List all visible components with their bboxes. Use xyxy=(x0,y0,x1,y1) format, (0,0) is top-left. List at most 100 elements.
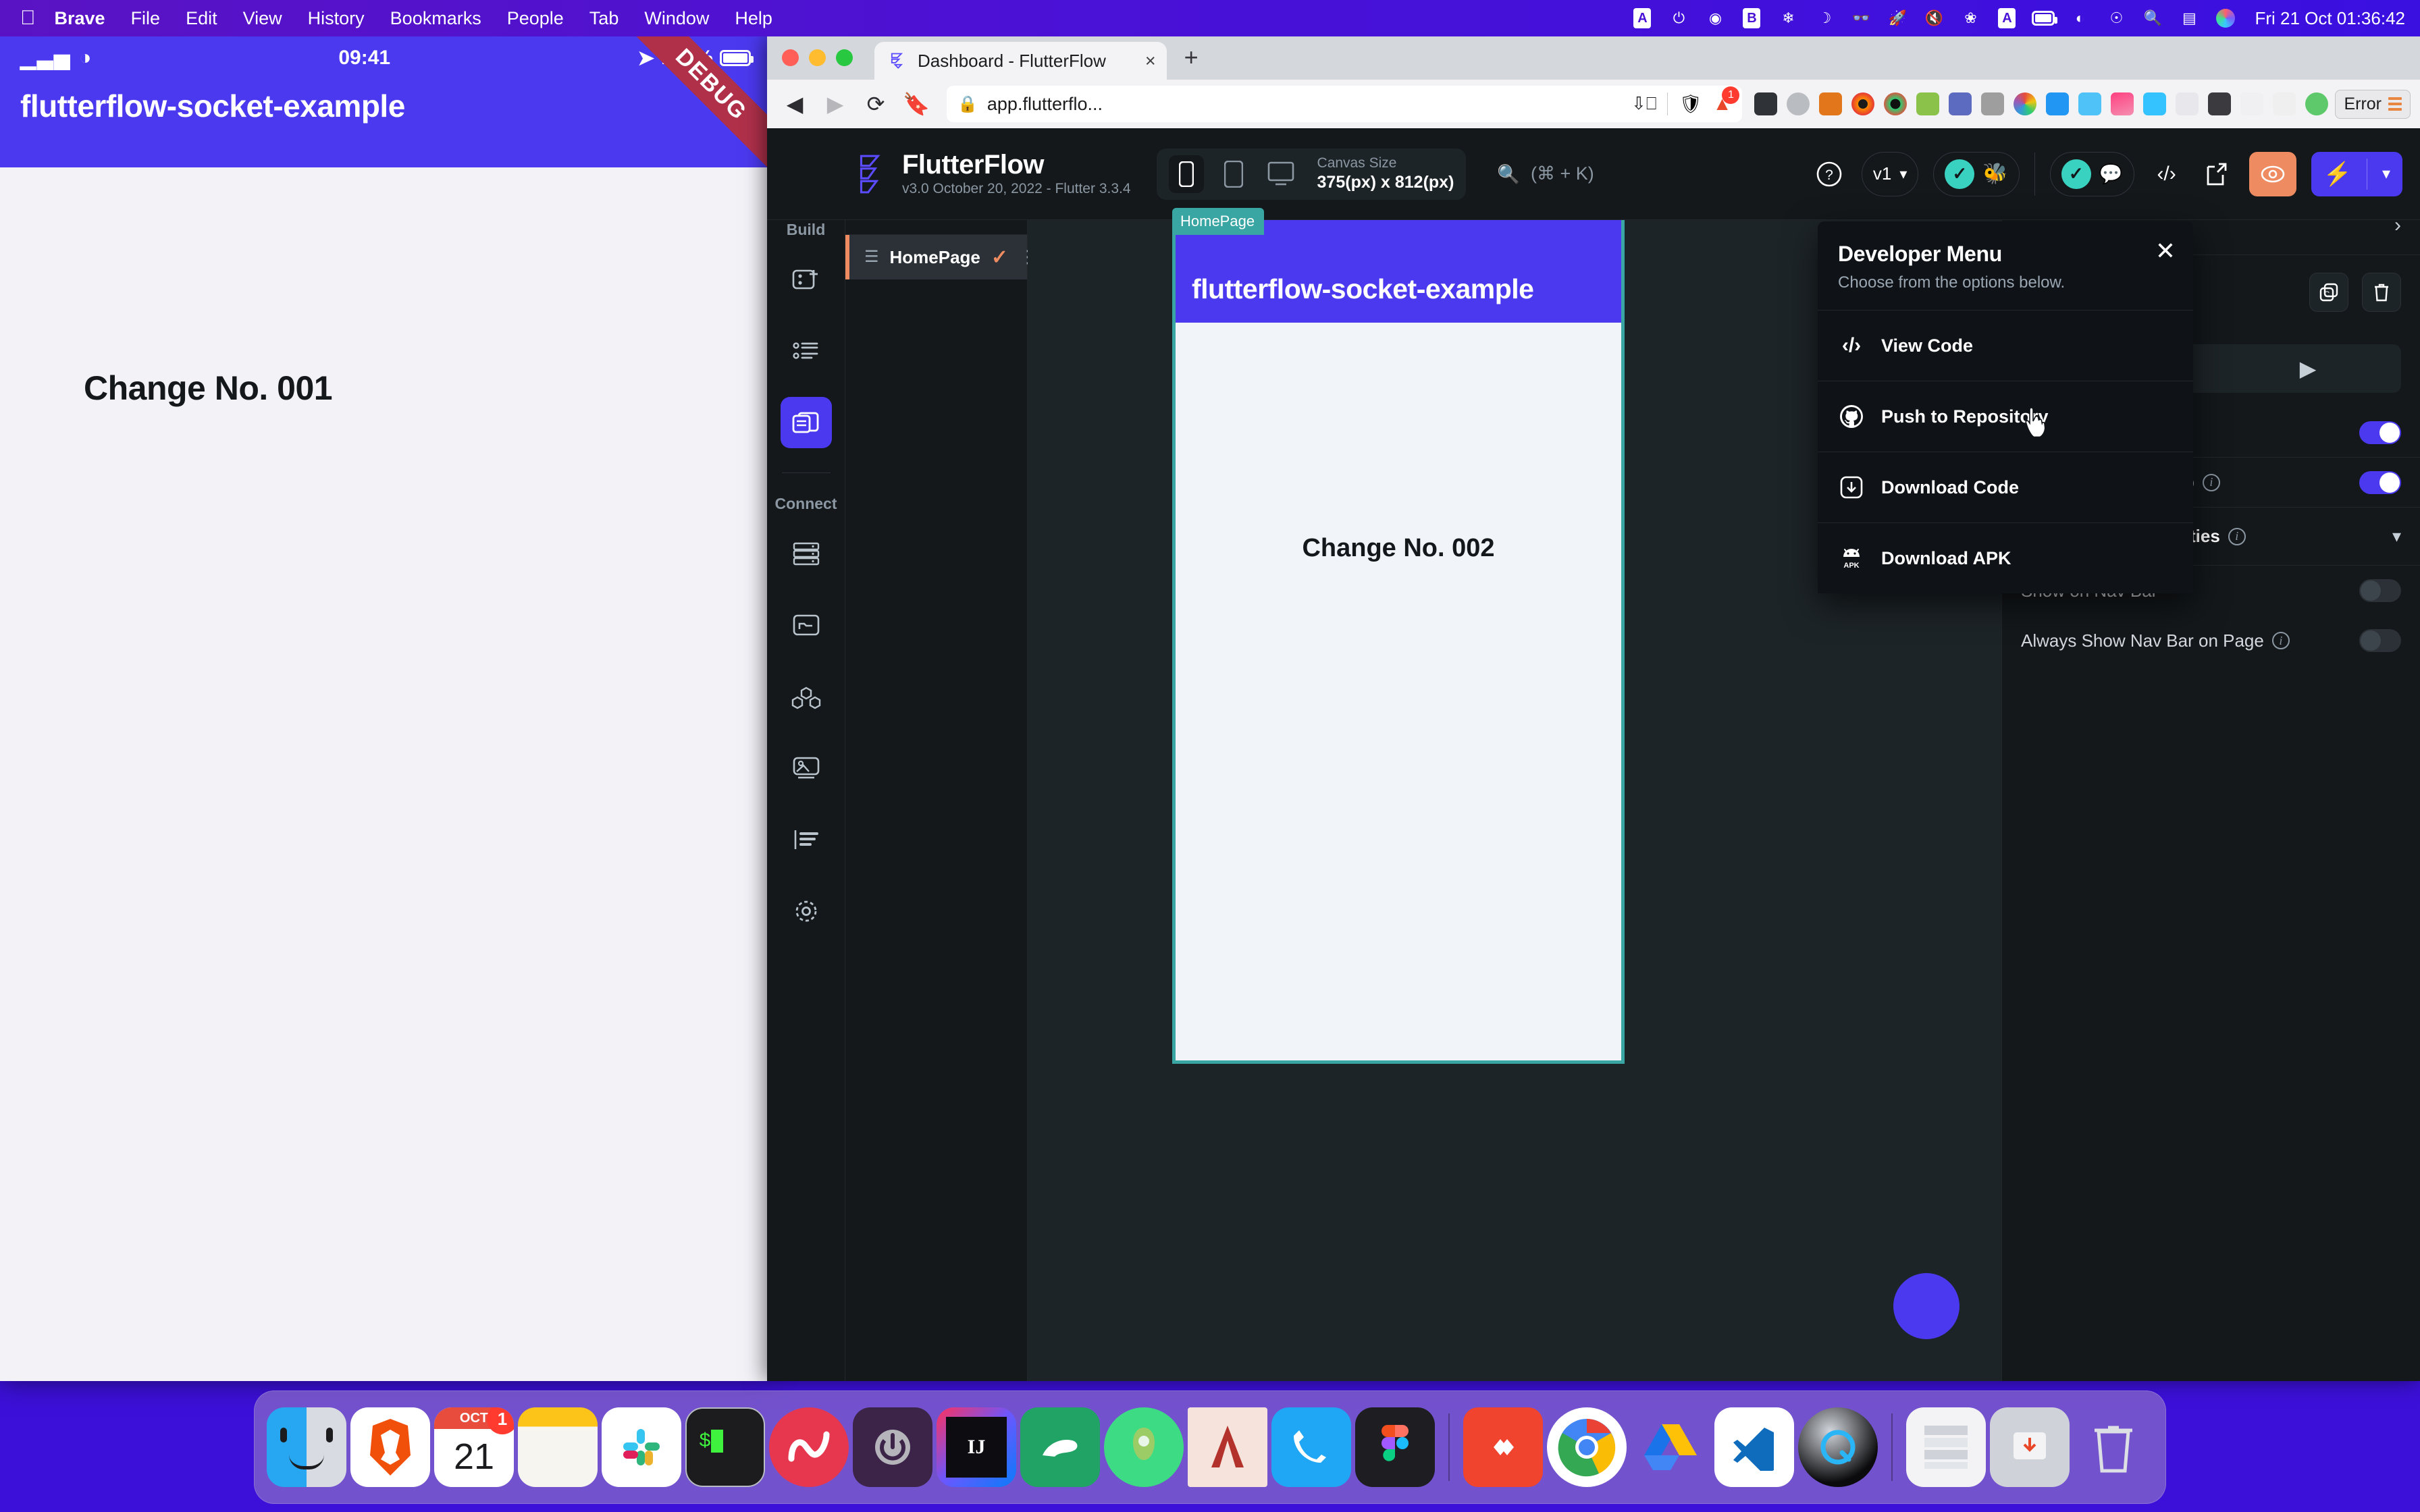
sidebar-item-pages[interactable] xyxy=(781,397,832,448)
wifi-icon[interactable]: ◐ xyxy=(2068,7,2091,30)
dock-item-insomnia[interactable] xyxy=(1463,1407,1543,1487)
bluetooth-icon[interactable]: ❀ xyxy=(1959,7,1982,30)
dock-item-terminal[interactable]: $█ xyxy=(685,1407,765,1487)
battery-charging-icon[interactable] xyxy=(2032,7,2055,30)
bartender-icon[interactable]: B xyxy=(1740,7,1763,30)
address-bar[interactable]: 🔒 app.flutterflo... ⇩⎕ 🛡 ▲ 1 xyxy=(947,86,1742,122)
dock-item-power[interactable] xyxy=(853,1407,932,1487)
close-window-button[interactable] xyxy=(782,49,799,66)
install-app-icon[interactable]: ⇩⎕ xyxy=(1631,93,1656,115)
sidebar-item-widget-palette[interactable] xyxy=(781,254,832,305)
preview-eye-button[interactable] xyxy=(2249,152,2296,196)
sidebar-item-storage[interactable] xyxy=(781,599,832,651)
extension-pdf-icon[interactable] xyxy=(1916,92,1939,115)
menu-item-window[interactable]: Window xyxy=(644,8,709,29)
page-list-item-homepage[interactable]: ☰ HomePage ✓ ⋮ xyxy=(845,235,1027,279)
reload-button[interactable]: ⟳ xyxy=(858,86,894,122)
info-icon[interactable]: i xyxy=(2272,632,2290,649)
device-tablet-button[interactable] xyxy=(1216,155,1251,193)
global-search[interactable]: 🔍 (⌘ + K) xyxy=(1497,163,1594,185)
dock-item-notes[interactable] xyxy=(518,1407,598,1487)
device-desktop-button[interactable] xyxy=(1263,155,1298,193)
dock-item-brave[interactable] xyxy=(350,1407,430,1487)
device-preview-frame[interactable]: flutterflow-socket-example Change No. 00… xyxy=(1172,215,1625,1064)
extension-scissors-icon[interactable] xyxy=(1981,92,2004,115)
developer-menu-item-download-apk[interactable]: APK Download APK xyxy=(1818,522,2193,593)
extension-colorpicker-icon[interactable] xyxy=(2014,92,2036,115)
menu-item-brave[interactable]: Brave xyxy=(55,8,105,29)
dock-item-autocad[interactable] xyxy=(1188,1407,1267,1487)
dock-item-intellij[interactable]: IJ xyxy=(937,1407,1016,1487)
extension-cast-icon[interactable] xyxy=(1787,92,1810,115)
menu-bar-clock[interactable]: Fri 21 Oct 01:36:42 xyxy=(2255,8,2405,29)
dock-item-calendar[interactable]: OCT 21 1 xyxy=(434,1407,514,1487)
extension-dark-reader-icon[interactable] xyxy=(1754,92,1777,115)
menu-item-people[interactable]: People xyxy=(507,8,564,29)
nordvpn-icon[interactable]: ◉ xyxy=(1704,7,1727,30)
menu-item-view[interactable]: View xyxy=(243,8,282,29)
error-button[interactable]: Error xyxy=(2335,90,2411,119)
dock-item-finder[interactable] xyxy=(267,1407,346,1487)
info-icon[interactable]: i xyxy=(2203,474,2220,491)
code-brackets-icon[interactable]: ‹/› xyxy=(2149,157,2184,192)
play-icon[interactable]: ▶ xyxy=(2300,356,2317,381)
extension-blue-monster-icon[interactable] xyxy=(2078,92,2101,115)
brave-rewards-icon[interactable]: ▲ 1 xyxy=(1713,93,1732,115)
dock-item-vscode[interactable] xyxy=(1714,1407,1794,1487)
dock-item-google-drive[interactable] xyxy=(1631,1407,1710,1487)
dock-item-android-studio[interactable] xyxy=(1104,1407,1184,1487)
back-button[interactable]: ◀ xyxy=(777,86,813,122)
chevron-down-icon[interactable]: ▾ xyxy=(2392,526,2401,547)
show-on-navbar-toggle[interactable] xyxy=(2359,579,2401,602)
spotlight-search-icon[interactable]: 🔍 xyxy=(2141,7,2164,30)
debug-status-button[interactable]: ✓ 🐝 xyxy=(1933,152,2019,196)
menu-item-file[interactable]: File xyxy=(131,8,161,29)
menu-item-tab[interactable]: Tab xyxy=(589,8,619,29)
close-icon[interactable]: ✕ xyxy=(2155,239,2176,263)
dock-item-quicktime[interactable] xyxy=(1798,1407,1878,1487)
sidebar-item-widget-tree[interactable] xyxy=(781,325,832,377)
extension-keys-icon[interactable] xyxy=(1949,92,1972,115)
dock-item-documents-stack[interactable] xyxy=(1906,1407,1986,1487)
hide-keyboard-toggle[interactable] xyxy=(2359,471,2401,494)
bookmark-icon[interactable]: 🔖 xyxy=(898,86,935,122)
menu-item-help[interactable]: Help xyxy=(735,8,772,29)
menu-item-history[interactable]: History xyxy=(308,8,365,29)
maximize-window-button[interactable] xyxy=(836,49,853,66)
run-button[interactable]: ⚡ ▾ xyxy=(2311,152,2402,196)
dock-item-nx[interactable] xyxy=(769,1407,849,1487)
info-icon[interactable]: i xyxy=(2228,528,2246,545)
floating-action-button[interactable] xyxy=(1893,1273,1959,1339)
dock-item-trash[interactable] xyxy=(2074,1407,2153,1487)
dock-item-calls[interactable] xyxy=(1271,1407,1351,1487)
always-show-navbar-toggle[interactable] xyxy=(2359,629,2401,652)
snowflake-icon[interactable]: ❄ xyxy=(1777,7,1799,30)
close-tab-button[interactable]: × xyxy=(1145,51,1156,72)
chevron-down-icon[interactable]: ▾ xyxy=(2374,164,2398,184)
alfred-icon[interactable]: A xyxy=(1631,7,1654,30)
user-icon[interactable]: ☉ xyxy=(2105,7,2128,30)
dock-item-slack[interactable] xyxy=(602,1407,681,1487)
developer-menu-item-download-code[interactable]: Download Code xyxy=(1818,452,2193,522)
flutterflow-brand[interactable]: FlutterFlow v3.0 October 20, 2022 - Flut… xyxy=(855,151,1131,197)
minimize-window-button[interactable] xyxy=(809,49,826,66)
trash-icon[interactable] xyxy=(2362,273,2401,312)
extension-camera-icon[interactable] xyxy=(1884,92,1907,115)
sidebar-item-localization[interactable] xyxy=(781,814,832,865)
copy-icon[interactable]: C xyxy=(2309,273,2348,312)
drag-handle-icon[interactable]: ☰ xyxy=(864,250,879,265)
siri-icon[interactable] xyxy=(2214,7,2237,30)
new-tab-button[interactable]: + xyxy=(1184,43,1199,80)
control-center-icon[interactable]: ▤ xyxy=(2178,7,2201,30)
extension-eye-icon[interactable] xyxy=(1851,92,1874,115)
input-source-a-icon[interactable]: A xyxy=(1995,7,2018,30)
safe-area-toggle[interactable] xyxy=(2359,421,2401,444)
dock-item-downloads-stack[interactable] xyxy=(1990,1407,2070,1487)
volume-mute-icon[interactable]: 🔇 xyxy=(1922,7,1945,30)
extension-gradient-icon[interactable] xyxy=(2111,92,2134,115)
sidebar-item-settings[interactable] xyxy=(781,886,832,937)
developer-menu-item-view-code[interactable]: ‹/› View Code xyxy=(1818,310,2193,381)
browser-tab[interactable]: Dashboard - FlutterFlow × xyxy=(874,42,1167,80)
brave-shields-icon[interactable]: 🛡 xyxy=(1679,93,1702,115)
comments-status-button[interactable]: ✓ 💬 xyxy=(2050,152,2134,196)
